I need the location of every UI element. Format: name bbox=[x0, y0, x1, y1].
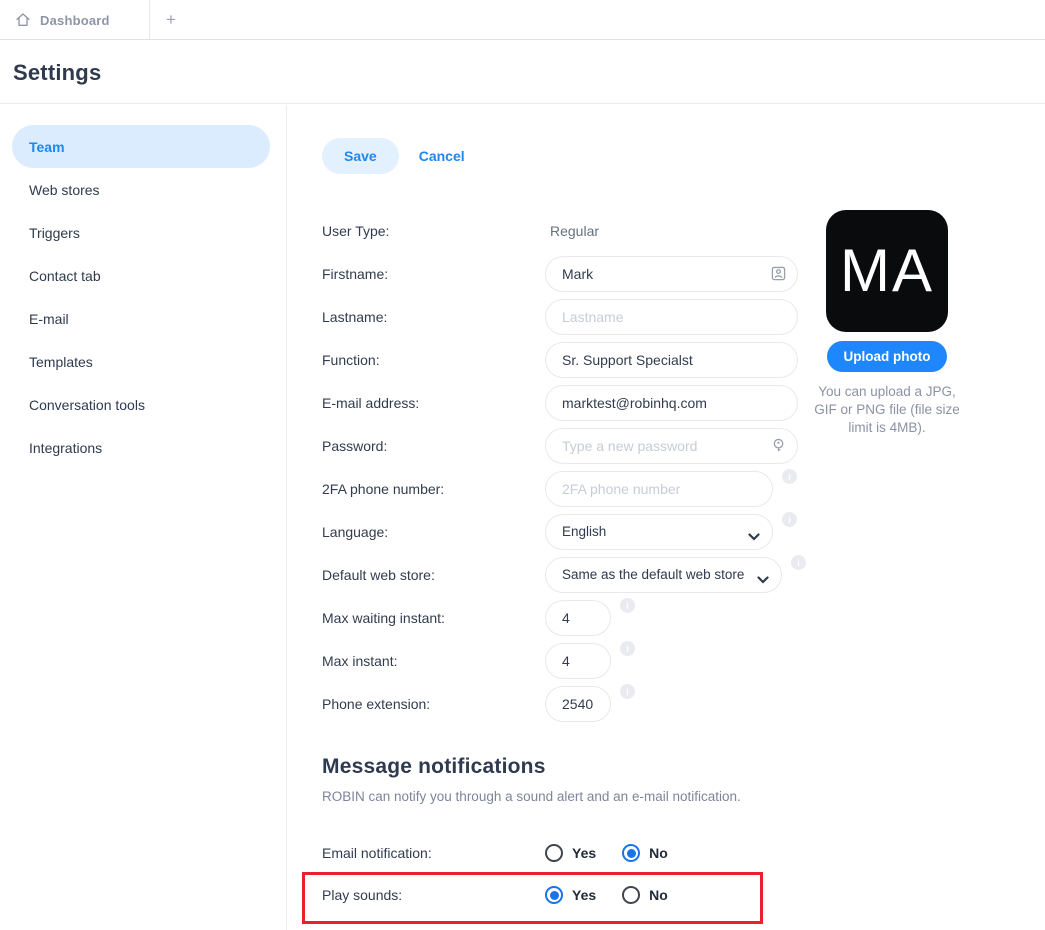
default-web-store-select[interactable]: Same as the default web store bbox=[545, 556, 782, 593]
chevron-down-icon bbox=[748, 528, 760, 541]
phone-extension-input[interactable] bbox=[545, 685, 611, 722]
max-instant-input[interactable] bbox=[545, 642, 611, 679]
password-row: Password: bbox=[322, 424, 806, 467]
max-instant-label: Max instant: bbox=[322, 652, 398, 669]
phone-extension-row: Phone extension: i bbox=[322, 682, 806, 725]
chevron-down-icon bbox=[757, 571, 769, 584]
max-instant-row: Max instant: i bbox=[322, 639, 806, 682]
language-row: Language: English i bbox=[322, 510, 806, 553]
radio-option-label: Yes bbox=[572, 845, 597, 861]
user-type-label: User Type: bbox=[322, 222, 390, 239]
info-icon[interactable]: i bbox=[782, 512, 797, 527]
default-web-store-selected-value: Same as the default web store bbox=[562, 567, 745, 582]
2fa-phone-input[interactable] bbox=[545, 470, 773, 507]
sidebar-item-triggers[interactable]: Triggers bbox=[12, 211, 270, 254]
info-icon[interactable]: i bbox=[782, 469, 797, 484]
home-icon bbox=[15, 12, 31, 28]
user-type-row: User Type: Regular bbox=[322, 209, 806, 252]
sidebar-item-team[interactable]: Team bbox=[12, 125, 270, 168]
radio-option-label: No bbox=[649, 887, 668, 903]
email-notification-radio-group: Yes No bbox=[545, 844, 668, 862]
radio-option-label: Yes bbox=[572, 887, 597, 903]
play-sounds-no-option[interactable]: No bbox=[622, 886, 668, 904]
radio-unselected-icon[interactable] bbox=[545, 844, 563, 862]
section-description: ROBIN can notify you through a sound ale… bbox=[322, 789, 741, 804]
play-sounds-yes-option[interactable]: Yes bbox=[545, 886, 596, 904]
firstname-row: Firstname: bbox=[322, 252, 806, 295]
tab-label: Dashboard bbox=[40, 12, 110, 28]
sidebar-item-web-stores[interactable]: Web stores bbox=[12, 168, 270, 211]
radio-selected-icon[interactable] bbox=[545, 886, 563, 904]
language-select[interactable]: English bbox=[545, 513, 773, 550]
avatar-section: MA Upload photo You can upload a JPG, GI… bbox=[814, 210, 960, 437]
max-waiting-instant-label: Max waiting instant: bbox=[322, 609, 445, 626]
max-waiting-instant-input[interactable] bbox=[545, 599, 611, 636]
lastname-label: Lastname: bbox=[322, 308, 388, 325]
default-web-store-row: Default web store: Same as the default w… bbox=[322, 553, 806, 596]
page-header: Settings bbox=[0, 40, 1045, 104]
password-label: Password: bbox=[322, 437, 388, 454]
section-title: Message notifications bbox=[322, 755, 546, 778]
radio-option-label: No bbox=[649, 845, 668, 861]
function-label: Function: bbox=[322, 351, 380, 368]
cancel-button[interactable]: Cancel bbox=[419, 148, 465, 164]
email-notification-no-option[interactable]: No bbox=[622, 844, 668, 862]
autofill-contact-icon[interactable] bbox=[771, 266, 786, 281]
phone-extension-label: Phone extension: bbox=[322, 695, 431, 712]
info-icon[interactable]: i bbox=[620, 641, 635, 656]
default-web-store-label: Default web store: bbox=[322, 566, 435, 583]
message-notifications-section: Message notifications ROBIN can notify y… bbox=[302, 755, 842, 924]
firstname-label: Firstname: bbox=[322, 265, 389, 282]
user-type-value: Regular bbox=[550, 222, 600, 239]
new-tab-button[interactable]: + bbox=[150, 0, 192, 40]
language-selected-value: English bbox=[562, 524, 607, 539]
email-notification-yes-option[interactable]: Yes bbox=[545, 844, 596, 862]
profile-form: User Type: Regular Firstname: Lastname: bbox=[322, 209, 806, 725]
email-notification-row: Email notification: Yes No bbox=[322, 832, 842, 874]
max-waiting-instant-row: Max waiting instant: i bbox=[322, 596, 806, 639]
info-icon[interactable]: i bbox=[620, 598, 635, 613]
email-address-row: E-mail address: bbox=[322, 381, 806, 424]
browser-tab-bar: Dashboard + bbox=[0, 0, 1045, 40]
settings-sidebar: Team Web stores Triggers Contact tab E-m… bbox=[0, 105, 287, 930]
function-row: Function: bbox=[322, 338, 806, 381]
upload-note: You can upload a JPG, GIF or PNG file (f… bbox=[814, 384, 960, 436]
lastname-input[interactable] bbox=[545, 298, 798, 335]
play-sounds-row: Play sounds: Yes No bbox=[322, 874, 842, 916]
sidebar-item-contact-tab[interactable]: Contact tab bbox=[12, 254, 270, 297]
sidebar-item-email[interactable]: E-mail bbox=[12, 297, 270, 340]
form-toolbar: Save Cancel bbox=[322, 138, 465, 174]
2fa-phone-row: 2FA phone number: i bbox=[322, 467, 806, 510]
play-sounds-radio-group: Yes No bbox=[545, 886, 668, 904]
password-input[interactable] bbox=[545, 427, 798, 464]
settings-page: Dashboard + Settings Team Web stores Tri… bbox=[0, 0, 1045, 930]
function-input[interactable] bbox=[545, 341, 798, 378]
play-sounds-label: Play sounds: bbox=[322, 887, 403, 903]
tab-dashboard[interactable]: Dashboard bbox=[0, 0, 150, 40]
page-title: Settings bbox=[13, 60, 102, 85]
radio-unselected-icon[interactable] bbox=[622, 886, 641, 904]
main-content: Save Cancel User Type: Regular Firstname… bbox=[288, 104, 1045, 930]
language-label: Language: bbox=[322, 523, 389, 540]
radio-selected-icon[interactable] bbox=[622, 844, 641, 862]
sidebar-item-conversation-tools[interactable]: Conversation tools bbox=[12, 383, 270, 426]
sidebar-item-templates[interactable]: Templates bbox=[12, 340, 270, 383]
email-address-input[interactable] bbox=[545, 384, 798, 421]
firstname-input[interactable] bbox=[545, 255, 798, 292]
email-notification-label: Email notification: bbox=[322, 845, 432, 861]
info-icon[interactable]: i bbox=[620, 684, 635, 699]
lastname-row: Lastname: bbox=[322, 295, 806, 338]
2fa-phone-label: 2FA phone number: bbox=[322, 480, 445, 497]
password-key-icon[interactable] bbox=[771, 438, 786, 453]
info-icon[interactable]: i bbox=[791, 555, 806, 570]
avatar: MA bbox=[826, 210, 948, 332]
sidebar-item-integrations[interactable]: Integrations bbox=[12, 426, 270, 469]
save-button[interactable]: Save bbox=[322, 138, 399, 174]
email-address-label: E-mail address: bbox=[322, 394, 420, 411]
upload-photo-button[interactable]: Upload photo bbox=[827, 341, 947, 372]
